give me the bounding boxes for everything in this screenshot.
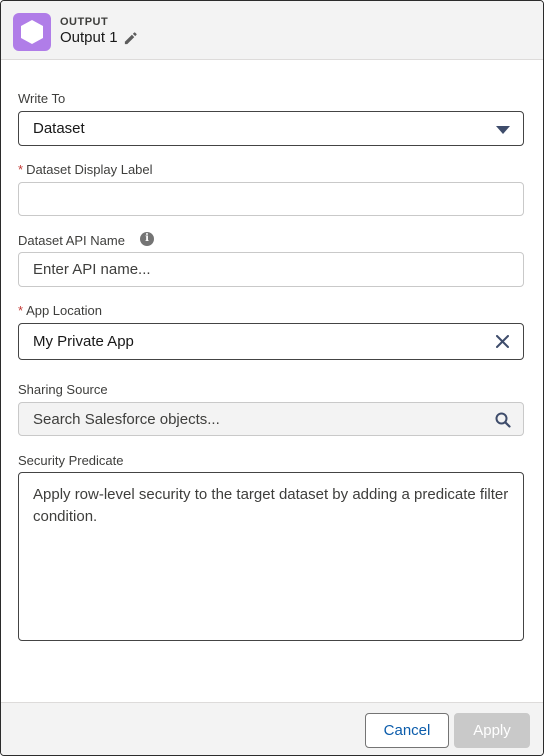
cancel-button[interactable]: Cancel <box>365 713 449 748</box>
hexagon-icon <box>13 13 51 51</box>
node-type-label: OUTPUT <box>60 16 109 28</box>
info-icon[interactable]: i <box>140 232 154 246</box>
output-node-panel: OUTPUT Output 1 Write To Dataset * Datase… <box>0 0 544 756</box>
dataset-display-label-input[interactable] <box>18 182 524 216</box>
sharing-source-label: Sharing Source <box>18 382 108 397</box>
security-predicate-textarea[interactable]: Apply row-level security to the target d… <box>18 472 524 641</box>
write-to-select[interactable]: Dataset <box>18 111 524 146</box>
close-icon[interactable] <box>496 335 509 348</box>
node-title: Output 1 <box>60 29 118 46</box>
app-location-label: * App Location <box>18 303 102 318</box>
write-to-value: Dataset <box>33 120 85 137</box>
dataset-display-label-label: * Dataset Display Label <box>18 162 153 177</box>
write-to-label: Write To <box>18 91 66 106</box>
sharing-source-search[interactable]: Search Salesforce objects... <box>18 402 524 436</box>
required-indicator: * <box>18 162 24 177</box>
dataset-api-name-label: Dataset API Name <box>18 233 125 248</box>
chevron-down-icon <box>496 126 510 134</box>
search-icon[interactable] <box>495 412 511 428</box>
panel-header: OUTPUT Output 1 <box>1 1 543 60</box>
sharing-source-placeholder: Search Salesforce objects... <box>33 411 220 428</box>
security-predicate-placeholder: Apply row-level security to the target d… <box>33 486 509 525</box>
pencil-icon[interactable] <box>123 31 138 46</box>
apply-button[interactable]: Apply <box>454 713 530 748</box>
required-indicator: * <box>18 303 24 318</box>
security-predicate-label: Security Predicate <box>18 453 124 468</box>
app-location-value: My Private App <box>33 333 134 350</box>
dataset-api-name-placeholder: Enter API name... <box>33 261 151 278</box>
panel-footer: Cancel Apply <box>1 702 543 755</box>
dataset-api-name-input[interactable]: Enter API name... <box>18 252 524 287</box>
app-location-combobox[interactable]: My Private App <box>18 323 524 360</box>
